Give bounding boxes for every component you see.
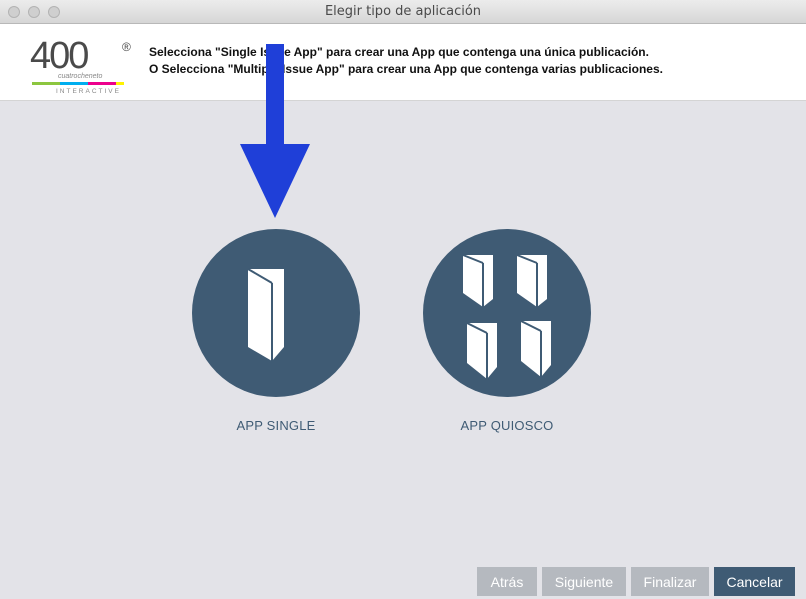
logo-subtitle: cuatrocheneto <box>58 73 102 80</box>
app-single-label[interactable]: APP SINGLE <box>176 418 376 433</box>
company-logo: 400 ® cuatrocheneto INTERACTIVE <box>30 36 131 95</box>
app-quiosco-label[interactable]: APP QUIOSCO <box>407 418 607 433</box>
app-window: Elegir tipo de aplicación 400 ® cuatroch… <box>0 0 806 599</box>
instruction-line-1: Selecciona "Single Issue App" para crear… <box>149 45 649 59</box>
back-button[interactable]: Atrás <box>477 567 537 596</box>
multiple-doors-icon <box>462 254 551 379</box>
instruction-line-2: O Selecciona "Multiple Issue App" para c… <box>149 62 663 76</box>
down-arrow-icon <box>240 44 310 218</box>
cancel-button[interactable]: Cancelar <box>714 567 795 596</box>
next-button[interactable]: Siguiente <box>542 567 626 596</box>
title-bar: Elegir tipo de aplicación <box>0 0 806 24</box>
app-quiosco-option[interactable] <box>423 229 591 397</box>
logo-registered: ® <box>122 40 131 54</box>
single-door-icon <box>247 268 284 361</box>
finish-button[interactable]: Finalizar <box>631 567 709 596</box>
app-single-option[interactable] <box>192 229 360 397</box>
logo-tagline: INTERACTIVE <box>56 88 121 95</box>
header-banner: 400 ® cuatrocheneto INTERACTIVE Seleccio… <box>0 24 806 101</box>
logo-number: 400 <box>30 36 88 77</box>
instructions-text: Selecciona "Single Issue App" para crear… <box>149 44 663 78</box>
window-title: Elegir tipo de aplicación <box>324 4 482 19</box>
